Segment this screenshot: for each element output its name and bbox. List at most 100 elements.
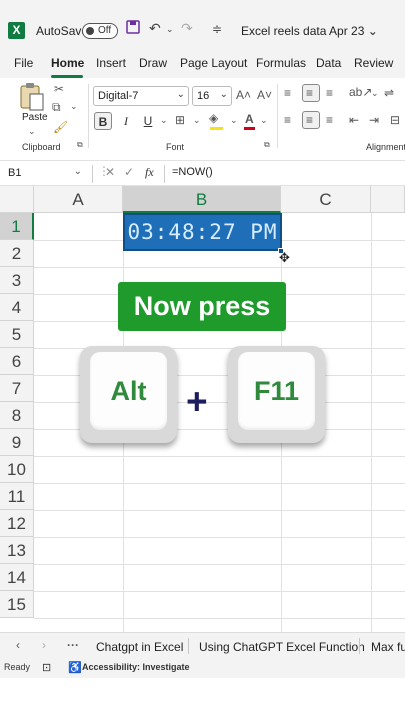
copy-icon[interactable]: ⧉ <box>52 100 61 115</box>
row-header-1[interactable]: 1 <box>0 213 34 240</box>
row-header-8[interactable]: 8 <box>0 402 34 429</box>
chevron-down-icon: ⌄ <box>73 166 82 177</box>
cell-b1[interactable]: 03:48:27 PM <box>123 213 282 251</box>
merge-center-icon[interactable]: ⊟ <box>390 113 400 127</box>
align-left-icon[interactable]: ≡ <box>284 113 291 127</box>
row-header-15[interactable]: 15 <box>0 591 34 618</box>
customize-toolbar-icon[interactable]: ≑ <box>212 22 222 36</box>
scroll-left-icon[interactable]: ‹ <box>16 638 20 652</box>
gridline <box>34 483 405 484</box>
scroll-right-icon[interactable]: › <box>42 638 46 652</box>
font-color-icon[interactable]: A <box>245 112 254 126</box>
row-header-14[interactable]: 14 <box>0 564 34 591</box>
align-center-button[interactable]: ≡ <box>302 111 320 129</box>
sheet-tab-max[interactable]: Max fu <box>371 640 405 654</box>
format-painter-icon[interactable]: 🖌 <box>53 120 68 134</box>
tab-file[interactable]: File <box>14 56 33 70</box>
toggle-knob <box>86 27 94 35</box>
underline-button[interactable]: U <box>139 112 157 130</box>
align-bottom-icon[interactable]: ≡ <box>326 86 333 100</box>
cursor-crosshair-icon: ✥ <box>279 250 290 265</box>
autosave-toggle[interactable]: Off <box>82 23 118 39</box>
alignment-group-label: Alignment <box>366 142 405 152</box>
increase-font-icon[interactable]: A˄ <box>236 88 251 102</box>
orientation-dropdown-icon[interactable]: ⌄ <box>371 88 379 99</box>
paste-dropdown-icon[interactable]: ⌄ <box>28 126 36 137</box>
borders-icon[interactable]: ⊞ <box>175 113 185 127</box>
insert-function-icon[interactable]: fx <box>145 165 154 180</box>
tab-page-layout[interactable]: Page Layout <box>180 56 247 70</box>
row-header-10[interactable]: 10 <box>0 456 34 483</box>
tab-data[interactable]: Data <box>316 56 341 70</box>
autosave-label: AutoSave <box>36 24 89 38</box>
tab-draw[interactable]: Draw <box>139 56 167 70</box>
clipboard-launcher-icon[interactable]: ⧉ <box>77 140 83 150</box>
macro-recording-icon[interactable]: ⊡ <box>42 661 51 674</box>
accessibility-status[interactable]: Accessibility: Investigate <box>82 662 190 672</box>
font-name-select[interactable]: Digital-7 ⌄ <box>93 86 189 106</box>
align-right-icon[interactable]: ≡ <box>326 113 333 127</box>
borders-dropdown-icon[interactable]: ⌄ <box>193 115 201 126</box>
alt-key-label: Alt <box>90 352 167 430</box>
copy-dropdown-icon[interactable]: ⌄ <box>70 101 78 112</box>
row-header-6[interactable]: 6 <box>0 348 34 375</box>
save-icon[interactable] <box>126 20 140 37</box>
gridline <box>34 537 405 538</box>
undo-dropdown-icon[interactable]: ⌄ <box>166 24 174 35</box>
tab-insert[interactable]: Insert <box>96 56 126 70</box>
row-header-3[interactable]: 3 <box>0 267 34 294</box>
paste-label[interactable]: Paste <box>22 112 48 123</box>
undo-icon[interactable]: ↶ <box>149 20 161 37</box>
column-header-a[interactable]: A <box>34 186 123 213</box>
align-middle-button[interactable]: ≡ <box>302 84 320 102</box>
tab-home[interactable]: Home <box>51 56 84 70</box>
column-header-b[interactable]: B <box>123 186 281 213</box>
formula-bar: B1 ⌄ ⋮ ✕ ✓ fx =NOW() <box>0 160 405 186</box>
font-launcher-icon[interactable]: ⧉ <box>264 140 270 150</box>
accessibility-icon[interactable]: ♿ <box>68 661 82 674</box>
font-color-dropdown-icon[interactable]: ⌄ <box>260 115 268 126</box>
cut-icon[interactable]: ✂ <box>54 82 64 96</box>
sheet-tab-chatgpt[interactable]: Chatgpt in Excel <box>96 640 183 654</box>
italic-button[interactable]: I <box>117 112 135 130</box>
paste-icon[interactable] <box>18 82 46 112</box>
formula-input[interactable]: =NOW() <box>172 166 213 178</box>
underline-dropdown-icon[interactable]: ⌄ <box>160 115 168 126</box>
excel-logo-icon: X <box>8 22 25 39</box>
fill-color-dropdown-icon[interactable]: ⌄ <box>230 115 238 126</box>
document-title[interactable]: Excel reels data Apr 23 ⌄ <box>241 24 378 38</box>
align-top-icon[interactable]: ≡ <box>284 86 291 100</box>
decrease-indent-icon[interactable]: ⇤ <box>349 113 359 127</box>
font-size-select[interactable]: 16 ⌄ <box>192 86 232 106</box>
sheet-divider <box>188 638 189 654</box>
cancel-icon[interactable]: ✕ <box>105 165 115 179</box>
select-all-corner[interactable] <box>0 186 34 213</box>
align-center-icon: ≡ <box>306 113 314 127</box>
row-header-9[interactable]: 9 <box>0 429 34 456</box>
status-ready: Ready <box>4 662 31 672</box>
tab-review[interactable]: Review <box>354 56 393 70</box>
row-header-5[interactable]: 5 <box>0 321 34 348</box>
more-sheets-icon[interactable]: ··· <box>67 638 79 652</box>
bold-button[interactable]: B <box>94 112 112 130</box>
enter-icon[interactable]: ✓ <box>124 165 134 179</box>
fill-color-icon[interactable]: ◈ <box>209 111 218 125</box>
row-header-4[interactable]: 4 <box>0 294 34 321</box>
wrap-text-icon[interactable]: ⇌ <box>384 86 394 100</box>
sheet-tab-using-chatgpt[interactable]: Using ChatGPT Excel Function <box>199 640 365 654</box>
tab-formulas[interactable]: Formulas <box>256 56 306 70</box>
row-header-2[interactable]: 2 <box>0 240 34 267</box>
row-header-11[interactable]: 11 <box>0 483 34 510</box>
f11-key-label: F11 <box>238 352 315 430</box>
increase-indent-icon[interactable]: ⇥ <box>369 113 379 127</box>
name-box[interactable]: B1 ⌄ <box>4 164 84 183</box>
column-header-c[interactable]: C <box>281 186 371 213</box>
column-header-d[interactable] <box>371 186 405 213</box>
redo-icon[interactable]: ↷ <box>181 20 193 37</box>
row-header-12[interactable]: 12 <box>0 510 34 537</box>
orientation-icon[interactable]: ab↗ <box>349 85 372 99</box>
row-header-7[interactable]: 7 <box>0 375 34 402</box>
font-color-swatch <box>244 127 255 130</box>
row-header-13[interactable]: 13 <box>0 537 34 564</box>
decrease-font-icon[interactable]: A˅ <box>257 88 272 102</box>
